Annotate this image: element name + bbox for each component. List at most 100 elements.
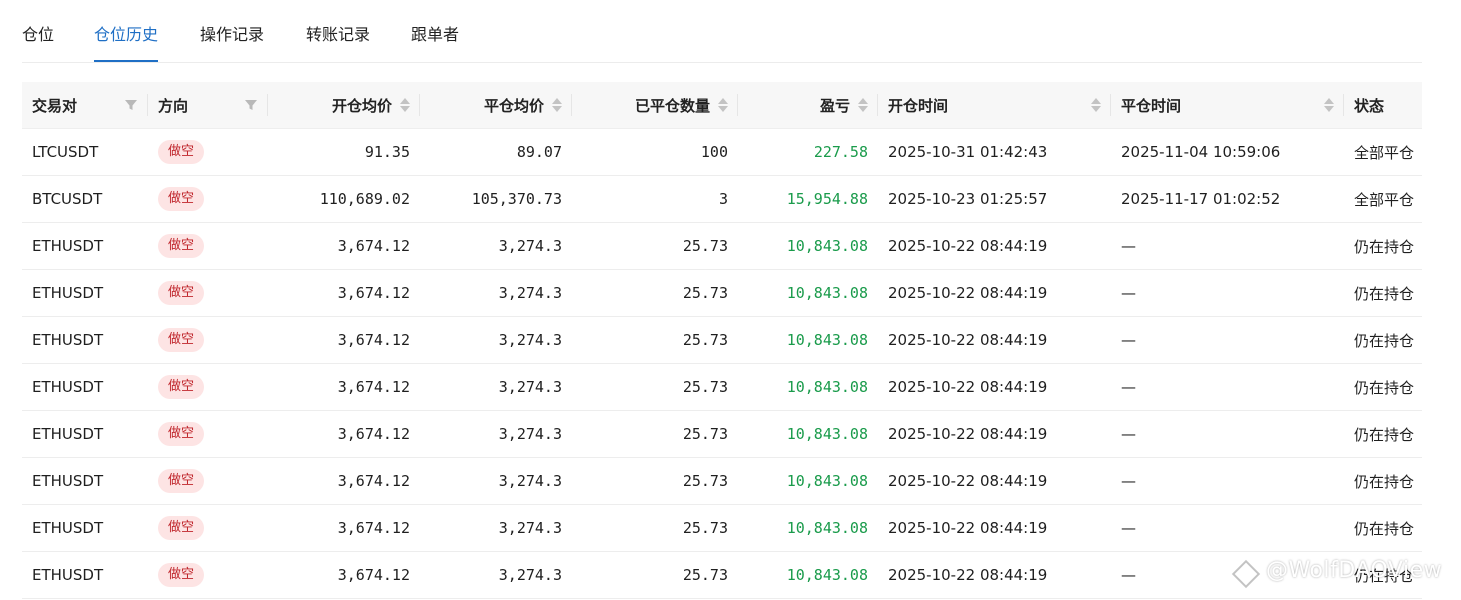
cell-close-time: — <box>1111 269 1344 317</box>
table-row[interactable]: ETHUSDT 做空 3,674.12 3,274.3 25.73 10,843.08 20… <box>22 316 1422 364</box>
tab-transfer-log[interactable]: 转账记录 <box>306 24 370 62</box>
tab-operation-log[interactable]: 操作记录 <box>200 24 264 62</box>
direction-badge: 做空 <box>158 422 205 446</box>
cell-pair: BTCUSDT <box>22 175 148 223</box>
table-row[interactable]: ETHUSDT 做空 3,674.12 3,274.3 25.73 10,843.08 20… <box>22 551 1422 599</box>
cell-closed-qty: 25.73 <box>572 551 738 599</box>
sort-icon[interactable] <box>718 98 728 112</box>
cell-close-price: 3,274.3 <box>420 504 572 552</box>
direction-badge: 做空 <box>158 563 205 587</box>
cell-open-price: 91.35 <box>268 128 420 176</box>
cell-open-time: 2025-10-22 08:44:19 <box>878 504 1111 552</box>
column-label: 交易对 <box>32 96 78 115</box>
column-header-closed-qty[interactable]: 已平仓数量 <box>572 82 738 129</box>
column-label: 开仓均价 <box>331 96 392 115</box>
cell-direction: 做空 <box>148 551 268 599</box>
table-row[interactable]: ETHUSDT 做空 3,674.12 3,274.3 25.73 10,843.08 20… <box>22 269 1422 317</box>
table-row[interactable]: ETHUSDT 做空 3,674.12 3,274.3 25.73 10,843.08 20… <box>22 410 1422 458</box>
cell-pair: ETHUSDT <box>22 269 148 317</box>
tab-positions[interactable]: 仓位 <box>22 24 54 62</box>
column-header-open-price[interactable]: 开仓均价 <box>268 82 420 129</box>
cell-close-price: 3,274.3 <box>420 410 572 458</box>
cell-close-time: — <box>1111 504 1344 552</box>
cell-closed-qty: 25.73 <box>572 504 738 552</box>
filter-icon[interactable] <box>124 98 138 112</box>
cell-open-price: 110,689.02 <box>268 175 420 223</box>
cell-direction: 做空 <box>148 222 268 270</box>
cell-status: 全部平仓 <box>1344 128 1422 176</box>
direction-badge: 做空 <box>158 281 205 305</box>
cell-pnl: 10,843.08 <box>738 363 878 411</box>
cell-open-time: 2025-10-22 08:44:19 <box>878 316 1111 364</box>
cell-direction: 做空 <box>148 363 268 411</box>
cell-close-time: — <box>1111 316 1344 364</box>
cell-direction: 做空 <box>148 269 268 317</box>
cell-open-price: 3,674.12 <box>268 222 420 270</box>
column-label: 盈亏 <box>819 96 850 115</box>
cell-pnl: 10,843.08 <box>738 457 878 505</box>
column-header-pair[interactable]: 交易对 <box>22 82 148 129</box>
cell-closed-qty: 25.73 <box>572 269 738 317</box>
cell-pnl: 227.58 <box>738 128 878 176</box>
column-header-direction[interactable]: 方向 <box>148 82 268 129</box>
cell-pair: ETHUSDT <box>22 222 148 270</box>
cell-pair: ETHUSDT <box>22 410 148 458</box>
table-row[interactable]: ETHUSDT 做空 3,674.12 3,274.3 25.73 10,843.08 20… <box>22 457 1422 505</box>
table-row[interactable]: ETHUSDT 做空 3,674.12 3,274.3 25.73 10,843.08 20… <box>22 363 1422 411</box>
cell-pair: ETHUSDT <box>22 363 148 411</box>
cell-close-price: 3,274.3 <box>420 222 572 270</box>
column-header-close-time[interactable]: 平仓时间 <box>1111 82 1344 129</box>
cell-pnl: 15,954.88 <box>738 175 878 223</box>
direction-badge: 做空 <box>158 516 205 540</box>
column-label: 方向 <box>158 96 189 115</box>
table-row[interactable]: BTCUSDT 做空 110,689.02 105,370.73 3 15,954.88 2… <box>22 175 1422 223</box>
cell-close-price: 3,274.3 <box>420 363 572 411</box>
cell-open-time: 2025-10-22 08:44:19 <box>878 457 1111 505</box>
cell-closed-qty: 25.73 <box>572 316 738 364</box>
cell-open-price: 3,674.12 <box>268 269 420 317</box>
cell-status: 仍在持仓 <box>1344 316 1422 364</box>
cell-pnl: 10,843.08 <box>738 551 878 599</box>
cell-close-time: 2025-11-04 10:59:06 <box>1111 128 1344 176</box>
column-header-close-price[interactable]: 平仓均价 <box>420 82 572 129</box>
sort-icon[interactable] <box>1091 98 1101 112</box>
cell-open-time: 2025-10-22 08:44:19 <box>878 269 1111 317</box>
cell-close-time: — <box>1111 222 1344 270</box>
cell-pnl: 10,843.08 <box>738 269 878 317</box>
tab-followers[interactable]: 跟单者 <box>411 24 459 62</box>
cell-pair: ETHUSDT <box>22 316 148 364</box>
sort-icon[interactable] <box>858 98 868 112</box>
tab-position-history[interactable]: 仓位历史 <box>94 24 159 62</box>
direction-badge: 做空 <box>158 328 205 352</box>
cell-closed-qty: 100 <box>572 128 738 176</box>
cell-open-time: 2025-10-22 08:44:19 <box>878 551 1111 599</box>
sort-icon[interactable] <box>1324 98 1334 112</box>
cell-open-time: 2025-10-22 08:44:19 <box>878 410 1111 458</box>
column-header-open-time[interactable]: 开仓时间 <box>878 82 1111 129</box>
table-row[interactable]: ETHUSDT 做空 3,674.12 3,274.3 25.73 10,843.08 20… <box>22 504 1422 552</box>
cell-open-price: 3,674.12 <box>268 504 420 552</box>
sort-icon[interactable] <box>400 98 410 112</box>
cell-status: 全部平仓 <box>1344 175 1422 223</box>
cell-close-price: 89.07 <box>420 128 572 176</box>
table-row[interactable]: ETHUSDT 做空 3,674.12 3,274.3 25.73 10,843.08 20… <box>22 222 1422 270</box>
cell-status: 仍在持仓 <box>1344 269 1422 317</box>
column-label: 平仓时间 <box>1121 96 1182 115</box>
cell-close-time: — <box>1111 410 1344 458</box>
cell-direction: 做空 <box>148 175 268 223</box>
column-header-pnl[interactable]: 盈亏 <box>738 82 878 129</box>
cell-pnl: 10,843.08 <box>738 504 878 552</box>
cell-closed-qty: 25.73 <box>572 410 738 458</box>
direction-badge: 做空 <box>158 140 205 164</box>
cell-open-price: 3,674.12 <box>268 457 420 505</box>
table-row[interactable]: LTCUSDT 做空 91.35 89.07 100 227.58 2025-10-31 0… <box>22 128 1422 176</box>
filter-icon[interactable] <box>244 98 258 112</box>
cell-pair: ETHUSDT <box>22 551 148 599</box>
cell-closed-qty: 25.73 <box>572 222 738 270</box>
cell-pnl: 10,843.08 <box>738 316 878 364</box>
sort-icon[interactable] <box>552 98 562 112</box>
cell-direction: 做空 <box>148 457 268 505</box>
cell-status: 仍在持仓 <box>1344 457 1422 505</box>
cell-open-price: 3,674.12 <box>268 410 420 458</box>
cell-status: 仍在持仓 <box>1344 551 1422 599</box>
